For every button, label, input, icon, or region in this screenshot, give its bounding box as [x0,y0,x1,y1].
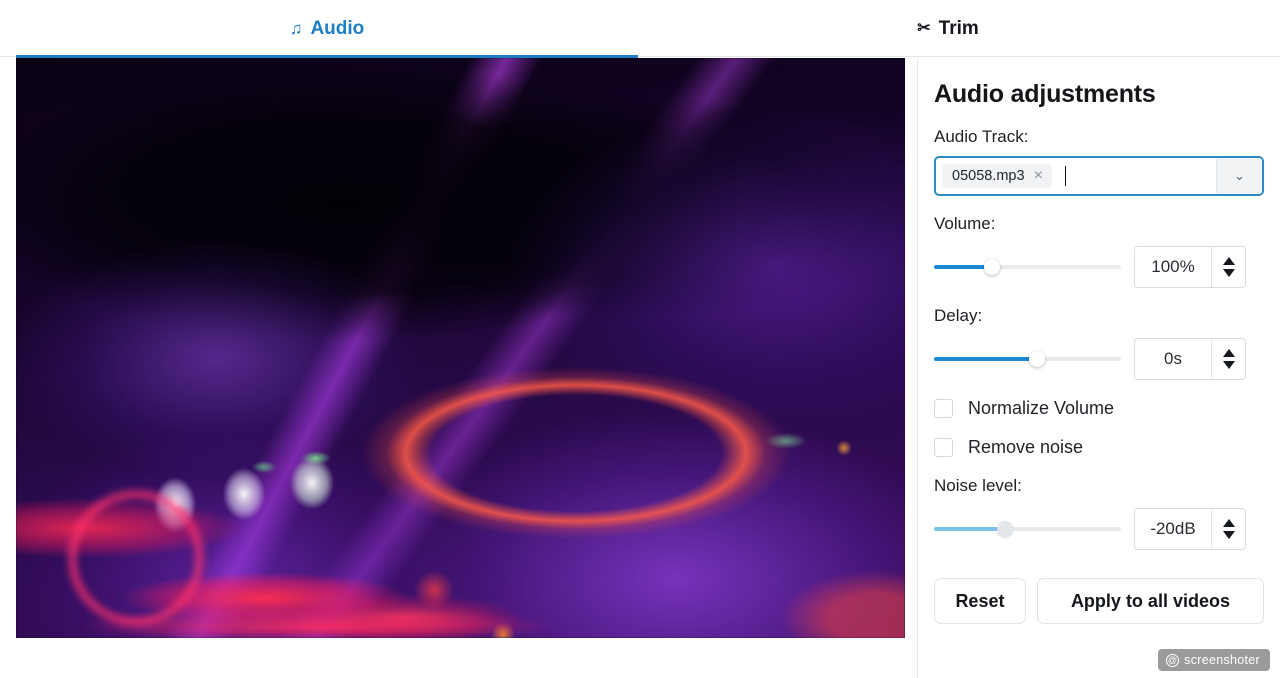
audio-track-chip: 05058.mp3 × [942,164,1052,188]
music-note-icon: ♫ [289,19,303,38]
volume-slider-thumb[interactable] [983,259,1000,275]
normalize-volume-label: Normalize Volume [968,398,1115,418]
tab-audio-label: Audio [310,17,365,39]
tab-audio[interactable]: ♫ Audio [16,0,638,58]
normalize-volume-row[interactable]: Normalize Volume [934,398,1264,419]
remove-noise-label: Remove noise [968,437,1084,457]
chevron-down-icon[interactable]: ⌄ [1216,158,1262,194]
video-preview[interactable] [16,58,905,638]
volume-label: Volume: [934,214,996,233]
noise-level-slider-fill [934,527,1006,531]
remove-noise-checkbox[interactable] [934,438,953,457]
noise-level-value[interactable]: -20dB [1135,509,1211,549]
noise-level-label: Noise level: [934,476,1022,495]
delay-slider-fill [934,357,1037,361]
noise-level-slider-thumb[interactable] [997,521,1014,537]
delay-increment-button[interactable] [1212,339,1245,359]
noise-level-spinner-arrows [1211,509,1245,549]
delay-spinner[interactable]: 0s [1134,338,1246,380]
tab-bar: ♫ Audio ✂ Trim [0,0,1280,58]
delay-slider-thumb[interactable] [1028,351,1045,367]
normalize-volume-checkbox[interactable] [934,399,953,418]
delay-controls: 0s [934,338,1264,380]
noise-level-decrement-button[interactable] [1212,529,1245,549]
volume-slider[interactable] [934,259,1121,275]
tab-trim[interactable]: ✂ Trim [638,0,1258,57]
audio-editor-app: ♫ Audio ✂ Trim Audio adjustments Audio T… [0,0,1280,678]
volume-value[interactable]: 100% [1135,247,1211,287]
apply-to-all-videos-button[interactable]: Apply to all videos [1036,578,1264,624]
volume-increment-button[interactable] [1212,247,1245,267]
triangle-up-icon [1222,519,1235,527]
noise-level-slider[interactable] [934,521,1121,537]
audio-track-label: Audio Track: [934,127,1029,146]
delay-label: Delay: [934,306,983,325]
volume-decrement-button[interactable] [1212,267,1245,287]
noise-level-section: Noise level: -20dB [934,476,1264,550]
triangle-down-icon [1222,361,1235,369]
triangle-up-icon [1222,257,1235,265]
delay-slider[interactable] [934,351,1121,367]
watermark-label: screenshoter [1184,653,1260,667]
at-sign-icon: @ [1166,653,1180,667]
delay-decrement-button[interactable] [1212,359,1245,379]
noise-level-controls: -20dB [934,508,1264,550]
delay-value[interactable]: 0s [1135,339,1211,379]
remove-audio-track-icon[interactable]: × [1034,168,1043,184]
screenshoter-watermark: @ screenshoter [1158,649,1270,671]
panel-title: Audio adjustments [934,80,1156,108]
delay-section: Delay: 0s [934,306,1264,380]
noise-level-increment-button[interactable] [1212,509,1245,529]
volume-controls: 100% [934,246,1264,288]
volume-section: Volume: 100% [934,214,1264,288]
audio-adjustments-panel: Audio adjustments Audio Track: 05058.mp3… [917,58,1280,678]
panel-actions: Reset Apply to all videos [934,578,1264,624]
video-frame-image [16,58,905,638]
delay-spinner-arrows [1211,339,1245,379]
audio-track-select[interactable]: 05058.mp3 × ⌄ [934,156,1264,196]
triangle-down-icon [1222,531,1235,539]
text-caret [1064,166,1066,186]
audio-track-chip-label: 05058.mp3 [952,168,1025,184]
scissors-icon: ✂ [917,19,931,37]
remove-noise-row[interactable]: Remove noise [934,437,1264,458]
tab-trim-label: Trim [938,17,979,39]
triangle-down-icon [1222,269,1235,277]
triangle-up-icon [1222,349,1235,357]
volume-spinner[interactable]: 100% [1134,246,1246,288]
noise-level-spinner[interactable]: -20dB [1134,508,1246,550]
reset-button[interactable]: Reset [934,578,1026,624]
volume-spinner-arrows [1211,247,1245,287]
